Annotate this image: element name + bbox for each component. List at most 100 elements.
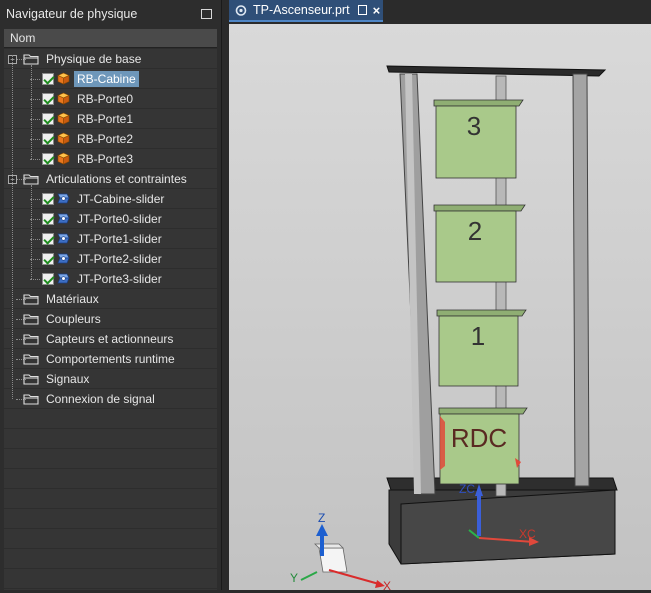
tree-item-label: Matériaux	[46, 292, 99, 306]
rigid-body-icon	[57, 112, 70, 125]
column-header-label: Nom	[10, 31, 36, 45]
floor-label-3: 3	[467, 111, 481, 141]
close-icon[interactable]: ×	[373, 3, 381, 18]
tree-connector	[12, 55, 14, 399]
tree-item-label: RB-Porte2	[77, 132, 134, 146]
physics-tree: − Physique de base RB-Cabine RB-Porte0 RB-Po…	[4, 49, 217, 590]
rigid-body-icon	[57, 152, 70, 165]
visibility-checkbox[interactable]	[42, 73, 54, 85]
slider-joint-icon	[57, 212, 70, 225]
visibility-checkbox[interactable]	[42, 273, 54, 285]
tree-connector	[31, 65, 33, 159]
axis-label-z: Z	[318, 511, 325, 525]
tree-item-rb-porte2[interactable]: RB-Porte2	[4, 129, 217, 149]
folder-icon	[23, 53, 39, 65]
graphics-viewport[interactable]: 3 2 1 RDC ZC XC Z X Y	[229, 24, 651, 593]
tree-item-jt-porte3-slider[interactable]: JT-Porte3-slider	[4, 269, 217, 289]
panel-splitter[interactable]	[222, 0, 229, 590]
right-column	[572, 73, 590, 487]
visibility-checkbox[interactable]	[42, 233, 54, 245]
maximize-icon[interactable]	[201, 9, 212, 19]
tree-item-label: Comportements runtime	[46, 352, 175, 366]
tree-item-label: RB-Porte1	[77, 112, 134, 126]
visibility-checkbox[interactable]	[42, 213, 54, 225]
tree-item-jt-porte0-slider[interactable]: JT-Porte0-slider	[4, 209, 217, 229]
cabin-door-rdc: RDC	[438, 407, 528, 485]
door-panel-3: 3	[433, 99, 524, 179]
tree-item-rb-porte1[interactable]: RB-Porte1	[4, 109, 217, 129]
elevator-model: 3 2 1 RDC ZC XC Z X Y	[290, 65, 618, 593]
tree-item-label: RB-Cabine	[74, 71, 139, 87]
rigid-body-icon	[57, 92, 70, 105]
folder-icon	[23, 353, 39, 365]
tree-folder-articulations-et-contraintes[interactable]: − Articulations et contraintes	[4, 169, 217, 189]
folder-icon	[23, 173, 39, 185]
top-plate	[386, 65, 607, 77]
tree-item-jt-porte1-slider[interactable]: JT-Porte1-slider	[4, 229, 217, 249]
tree-item-label: JT-Porte1-slider	[77, 232, 162, 246]
rigid-body-icon	[57, 72, 70, 85]
tree-connector	[30, 279, 40, 281]
folder-icon	[23, 393, 39, 405]
tree-item-jt-porte2-slider[interactable]: JT-Porte2-slider	[4, 249, 217, 269]
tree-item-label: Physique de base	[46, 52, 142, 66]
tab-tp-ascenseur[interactable]: TP-Ascenseur.prt ×	[229, 0, 383, 22]
door-panel-2: 2	[433, 204, 526, 283]
folder-icon	[23, 333, 39, 345]
tree-item-label: JT-Cabine-slider	[77, 192, 165, 206]
tree-item-label: Capteurs et actionneurs	[46, 332, 174, 346]
floor-label-rdc: RDC	[451, 423, 507, 453]
axis-label-xc: XC	[519, 527, 536, 541]
tree-folder-signaux[interactable]: Signaux	[4, 369, 217, 389]
tree-connector	[31, 185, 33, 279]
folder-icon	[23, 373, 39, 385]
tree-item-jt-cabine-slider[interactable]: JT-Cabine-slider	[4, 189, 217, 209]
tree-item-label: JT-Porte2-slider	[77, 252, 162, 266]
visibility-checkbox[interactable]	[42, 93, 54, 105]
tree-folder-coupleurs[interactable]: Coupleurs	[4, 309, 217, 329]
tree-item-rb-porte3[interactable]: RB-Porte3	[4, 149, 217, 169]
panel-title: Navigateur de physique	[6, 7, 138, 21]
rigid-body-icon	[57, 132, 70, 145]
tree-item-label: Articulations et contraintes	[46, 172, 187, 186]
tree-item-label: Connexion de signal	[46, 392, 155, 406]
tree-item-rb-cabine[interactable]: RB-Cabine	[4, 69, 217, 89]
tree-folder-comportements-runtime[interactable]: Comportements runtime	[4, 349, 217, 369]
part-file-icon	[235, 4, 247, 16]
tree-folder-capteurs-et-actionneurs[interactable]: Capteurs et actionneurs	[4, 329, 217, 349]
folder-icon	[23, 313, 39, 325]
axis-label-zc: ZC	[459, 482, 475, 496]
slider-joint-icon	[57, 192, 70, 205]
axis-label-x: X	[383, 579, 391, 590]
panel-header: Navigateur de physique	[0, 0, 222, 28]
absolute-coordinate-triad[interactable]: Z X Y	[290, 511, 391, 593]
floor-label-2: 2	[468, 216, 482, 246]
visibility-checkbox[interactable]	[42, 153, 54, 165]
tree-item-label: RB-Porte3	[77, 152, 134, 166]
tree-folder-physique-de-base[interactable]: − Physique de base	[4, 49, 217, 69]
tab-label: TP-Ascenseur.prt	[253, 3, 350, 17]
tree-item-label: Coupleurs	[46, 312, 101, 326]
slider-joint-icon	[57, 252, 70, 265]
tree-item-label: JT-Porte0-slider	[77, 212, 162, 226]
tab-float-icon[interactable]	[357, 5, 367, 15]
visibility-checkbox[interactable]	[42, 133, 54, 145]
tree-item-rb-porte0[interactable]: RB-Porte0	[4, 89, 217, 109]
slider-joint-icon	[57, 272, 70, 285]
axis-label-y: Y	[290, 571, 298, 585]
folder-icon	[23, 293, 39, 305]
tree-folder-materiaux[interactable]: Matériaux	[4, 289, 217, 309]
visibility-checkbox[interactable]	[42, 113, 54, 125]
tree-folder-connexion-de-signal[interactable]: Connexion de signal	[4, 389, 217, 409]
physics-navigator-panel: Navigateur de physique Nom − Physique de …	[0, 0, 222, 590]
tree-item-label: JT-Porte3-slider	[77, 272, 162, 286]
tree-item-label: RB-Porte0	[77, 92, 134, 106]
tree-item-label: Signaux	[46, 372, 90, 386]
visibility-checkbox[interactable]	[42, 253, 54, 265]
visibility-checkbox[interactable]	[42, 193, 54, 205]
column-header-name[interactable]: Nom	[4, 29, 217, 48]
floor-label-1: 1	[471, 321, 485, 351]
tree-connector	[30, 159, 40, 161]
slider-joint-icon	[57, 232, 70, 245]
door-panel-1: 1	[436, 309, 527, 387]
